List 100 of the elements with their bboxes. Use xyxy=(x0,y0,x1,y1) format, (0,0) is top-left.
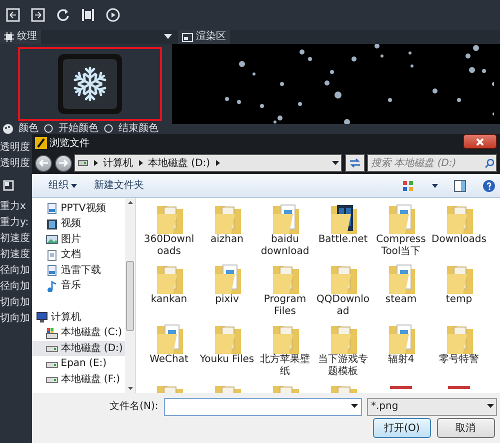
import-icon[interactable] xyxy=(6,8,20,22)
property-label: 径向加 xyxy=(0,264,31,278)
radio-icon[interactable] xyxy=(44,124,53,134)
help-icon[interactable] xyxy=(482,180,494,192)
property-label: 重力x xyxy=(0,200,27,214)
view-options-icon[interactable] xyxy=(403,180,415,190)
file-item[interactable]: Battle.net xyxy=(314,202,372,262)
color-label: 结束颜色 xyxy=(118,122,158,135)
open-button[interactable]: 打开(O) xyxy=(373,418,431,438)
file-item[interactable]: 北方苹果壁纸 xyxy=(256,322,314,382)
address-bar[interactable]: 计算机 本地磁盘 (D:) xyxy=(74,154,342,172)
nav-item[interactable]: 文档 xyxy=(32,247,125,263)
property-label: 径向加 xyxy=(0,280,31,294)
forward-arrow-icon xyxy=(58,159,68,167)
refresh-arrows-icon xyxy=(348,158,361,168)
nav-item[interactable]: Epan (E:) xyxy=(32,356,125,372)
nav-item[interactable]: 图片 xyxy=(32,232,125,248)
section-icon xyxy=(2,180,14,191)
palette-icon xyxy=(2,124,13,134)
file-type-dropdown[interactable]: *.png xyxy=(367,398,498,416)
file-item[interactable]: 当下游戏专题模板 xyxy=(314,322,372,382)
render-tab[interactable]: 渲染区 xyxy=(178,30,230,44)
nav-item[interactable]: 本地磁盘 (D:) xyxy=(32,340,125,356)
search-icon xyxy=(484,158,494,168)
system-drive-icon xyxy=(46,328,58,338)
radio-icon[interactable] xyxy=(104,124,113,134)
file-name-field[interactable] xyxy=(164,398,362,416)
chevron-icon xyxy=(94,160,98,166)
drive-icon xyxy=(78,160,88,166)
nav-item[interactable]: 计算机 xyxy=(32,310,125,326)
file-item[interactable]: Program Files xyxy=(256,262,314,322)
computer-icon xyxy=(36,312,48,323)
play-icon[interactable] xyxy=(106,8,120,22)
property-label: 切向加 xyxy=(0,296,31,310)
nav-item[interactable]: 音乐 xyxy=(32,278,125,294)
file-item[interactable]: 辐射4 xyxy=(372,322,430,382)
property-label: 切向加 xyxy=(0,312,31,326)
drive-icon xyxy=(46,374,58,385)
cancel-button[interactable]: 取消 xyxy=(436,418,494,438)
file-item[interactable]: aizhan xyxy=(198,202,256,262)
dropdown-icon xyxy=(351,404,358,410)
file-item[interactable]: QQDownload xyxy=(314,262,372,322)
dropdown-icon[interactable] xyxy=(164,34,172,40)
refresh-button[interactable] xyxy=(345,154,364,172)
chip-icon xyxy=(4,32,14,42)
close-icon xyxy=(476,138,484,146)
file-item[interactable]: kankan xyxy=(140,262,198,322)
caret-icon xyxy=(71,184,78,188)
file-item[interactable]: temp xyxy=(430,262,488,322)
file-item[interactable]: Downloads xyxy=(430,202,488,262)
nav-item[interactable]: 本地磁盘 (C:) xyxy=(32,325,125,341)
film-icon xyxy=(46,218,58,230)
nav-item[interactable]: PPTV视频 xyxy=(32,200,125,216)
caret-icon[interactable] xyxy=(432,184,438,188)
chevron-icon xyxy=(138,160,142,166)
property-label: 透明度 xyxy=(0,156,31,171)
breadcrumb-item[interactable]: 计算机 xyxy=(103,156,133,170)
back-button[interactable] xyxy=(34,154,52,172)
new-folder-button[interactable]: 新建文件夹 xyxy=(94,178,144,193)
file-item[interactable]: Compress Tool当下 xyxy=(372,202,430,262)
file-item[interactable]: baidu download xyxy=(256,202,314,262)
video-file-icon xyxy=(46,265,58,276)
search-field[interactable]: 搜索 本地磁盘 (D:) xyxy=(367,154,498,172)
file-item[interactable]: steam xyxy=(372,262,430,322)
dropdown-icon xyxy=(486,404,494,410)
file-item[interactable]: Youku Files xyxy=(198,322,256,382)
property-label: 初速度 xyxy=(0,248,31,262)
snowflake-texture[interactable] xyxy=(58,54,122,114)
dropdown-icon[interactable] xyxy=(332,160,338,166)
nav-item[interactable]: 迅雷下载 xyxy=(32,262,125,278)
file-item[interactable]: pixiv xyxy=(198,262,256,322)
music-icon xyxy=(46,280,58,292)
file-item[interactable]: WeChat xyxy=(140,322,198,382)
property-label: 透明度 xyxy=(0,140,31,155)
file-item[interactable]: 360Downloads xyxy=(140,202,198,262)
breadcrumb-item[interactable]: 本地磁盘 (D:) xyxy=(148,156,210,170)
file-item[interactable]: 零号特警 xyxy=(430,322,488,382)
scrollbar-thumb[interactable] xyxy=(126,260,134,330)
organize-menu[interactable]: 组织 xyxy=(48,178,78,193)
close-button[interactable] xyxy=(463,134,498,149)
chevron-icon xyxy=(216,160,220,166)
back-arrow-icon xyxy=(38,159,48,167)
export-icon[interactable] xyxy=(30,8,44,22)
doc-icon xyxy=(46,250,58,260)
property-label: 初速度 xyxy=(0,232,31,246)
scrollbar[interactable] xyxy=(125,198,135,393)
search-placeholder: 搜索 本地磁盘 (D:) xyxy=(371,156,458,170)
preview-pane-icon[interactable] xyxy=(454,180,466,192)
nav-item[interactable]: 视频 xyxy=(32,216,125,232)
forward-button[interactable] xyxy=(54,154,72,172)
drive-icon xyxy=(46,343,58,354)
nav-item[interactable]: 本地磁盘 (F:) xyxy=(32,372,125,388)
color-label: 颜色 xyxy=(18,122,38,135)
scroll-up-icon xyxy=(128,200,132,204)
property-label: 重力y: xyxy=(0,216,30,230)
refresh-icon[interactable] xyxy=(56,8,70,22)
image-icon xyxy=(46,234,58,245)
window-icon xyxy=(182,32,193,42)
texture-tab[interactable]: 纹理 xyxy=(0,30,41,44)
dialog-title: 浏览文件 xyxy=(50,136,90,150)
